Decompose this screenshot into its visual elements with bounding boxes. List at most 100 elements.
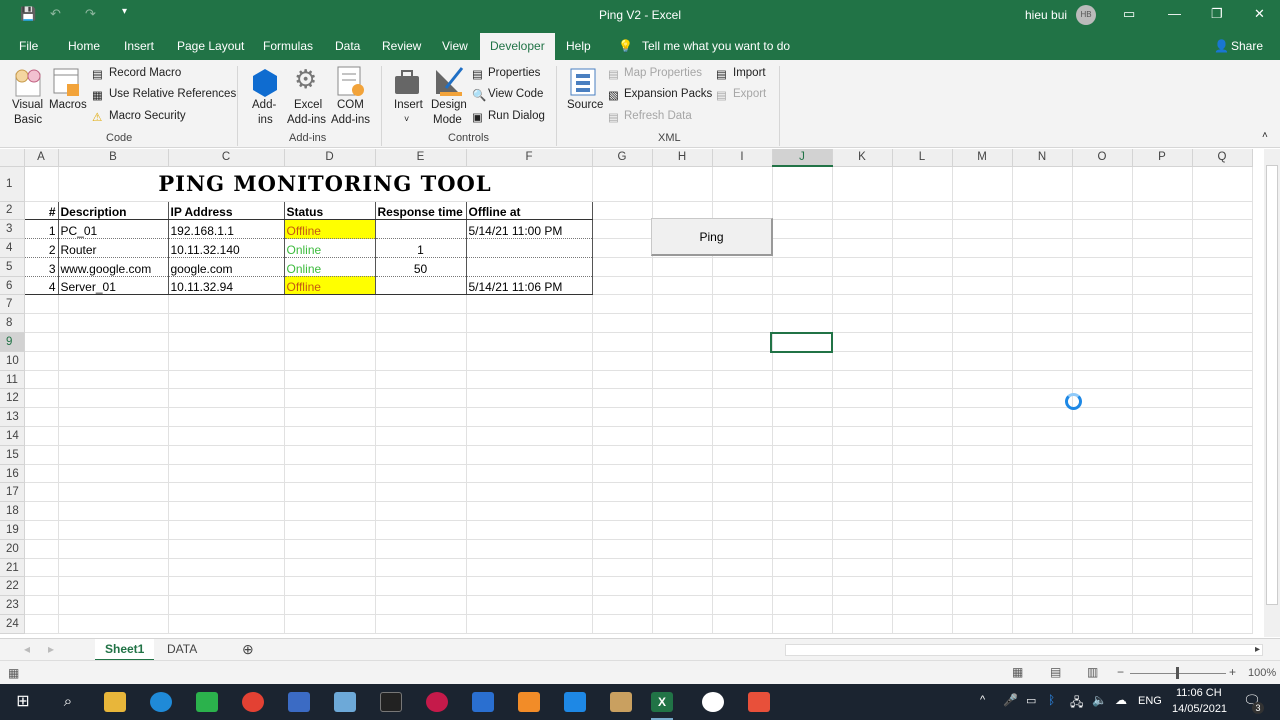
cell[interactable] bbox=[712, 464, 773, 484]
cell[interactable] bbox=[1192, 614, 1253, 634]
cell[interactable] bbox=[652, 351, 713, 371]
cell[interactable] bbox=[24, 539, 59, 559]
cell[interactable] bbox=[1192, 539, 1253, 559]
cell[interactable] bbox=[168, 407, 285, 428]
cell[interactable] bbox=[284, 614, 376, 634]
cell[interactable] bbox=[772, 426, 833, 446]
cell[interactable] bbox=[284, 558, 376, 578]
cell[interactable] bbox=[24, 595, 59, 616]
cell[interactable] bbox=[772, 276, 833, 296]
cell[interactable] bbox=[652, 558, 713, 578]
cell[interactable] bbox=[592, 238, 653, 258]
store-icon[interactable] bbox=[472, 692, 494, 712]
cell[interactable] bbox=[772, 313, 833, 334]
cell[interactable] bbox=[772, 576, 833, 597]
visual-basic-button[interactable]: Visual bbox=[12, 99, 43, 111]
cell[interactable] bbox=[592, 501, 653, 522]
cell[interactable] bbox=[168, 576, 285, 597]
column-header-g[interactable]: G bbox=[592, 149, 653, 167]
scroll-thumb[interactable] bbox=[1266, 165, 1278, 605]
cell[interactable] bbox=[592, 520, 653, 540]
row-header-17[interactable]: 17 bbox=[0, 482, 25, 503]
sublime-icon[interactable] bbox=[518, 692, 540, 712]
row-header-18[interactable]: 18 bbox=[0, 501, 25, 522]
cell[interactable] bbox=[1192, 201, 1253, 221]
app-icon[interactable] bbox=[748, 692, 770, 712]
cell[interactable] bbox=[1072, 407, 1133, 428]
ping-button[interactable]: Ping bbox=[651, 218, 773, 256]
cell[interactable] bbox=[652, 576, 713, 597]
macro-record-icon[interactable]: ▦ bbox=[8, 666, 19, 680]
cell[interactable] bbox=[652, 595, 713, 616]
zoom-slider-thumb[interactable] bbox=[1176, 667, 1179, 679]
windows-start-icon[interactable]: ⊞ bbox=[12, 692, 34, 712]
tab-file[interactable]: File bbox=[19, 39, 38, 53]
close-icon[interactable]: ✕ bbox=[1254, 6, 1265, 22]
cell[interactable] bbox=[952, 407, 1013, 428]
cell[interactable] bbox=[1072, 276, 1133, 296]
tab-view[interactable]: View bbox=[442, 39, 468, 53]
use-relative-references-button[interactable]: Use Relative References bbox=[109, 88, 236, 100]
cell[interactable] bbox=[892, 276, 953, 296]
cell[interactable] bbox=[772, 501, 833, 522]
cell[interactable] bbox=[712, 276, 773, 296]
map-properties-button[interactable]: Map Properties bbox=[624, 67, 702, 79]
cell[interactable] bbox=[1192, 294, 1253, 315]
column-header-c[interactable]: C bbox=[168, 149, 285, 167]
cell[interactable] bbox=[832, 351, 893, 371]
cell-resp[interactable] bbox=[374, 276, 467, 296]
user-name[interactable]: hieu bui bbox=[1025, 8, 1067, 22]
cell[interactable] bbox=[24, 464, 59, 484]
cell-ip[interactable]: 192.168.1.1 bbox=[167, 219, 285, 240]
import-button[interactable]: Import bbox=[733, 67, 766, 79]
cell[interactable] bbox=[712, 445, 773, 465]
file-explorer-icon[interactable] bbox=[104, 692, 126, 712]
excel-addins-label[interactable]: Add-ins bbox=[287, 114, 326, 126]
cell[interactable] bbox=[1072, 313, 1133, 334]
cell[interactable] bbox=[772, 388, 833, 409]
cell[interactable] bbox=[712, 257, 773, 277]
cell[interactable] bbox=[952, 501, 1013, 522]
cell[interactable] bbox=[592, 539, 653, 559]
cell[interactable] bbox=[892, 595, 953, 616]
properties-button[interactable]: Properties bbox=[488, 67, 540, 79]
cell[interactable] bbox=[832, 201, 893, 221]
cell[interactable] bbox=[1072, 501, 1133, 522]
cell[interactable] bbox=[952, 539, 1013, 559]
cell[interactable] bbox=[832, 426, 893, 446]
scroll-tabs-left-icon[interactable]: ◂ bbox=[14, 639, 40, 661]
header-cell[interactable]: Offline at bbox=[465, 200, 593, 221]
cell[interactable] bbox=[1192, 257, 1253, 277]
cell[interactable] bbox=[652, 426, 713, 446]
cell[interactable] bbox=[24, 576, 59, 597]
cell[interactable] bbox=[1132, 501, 1193, 522]
normal-view-icon[interactable]: ▦ bbox=[1012, 665, 1023, 679]
cell[interactable] bbox=[168, 558, 285, 578]
cell[interactable] bbox=[1012, 351, 1073, 371]
cell[interactable] bbox=[652, 501, 713, 522]
cell[interactable] bbox=[1012, 558, 1073, 578]
addins-button[interactable]: Add- bbox=[252, 99, 276, 111]
cell[interactable] bbox=[168, 388, 285, 409]
cell[interactable] bbox=[1192, 426, 1253, 446]
cell[interactable] bbox=[1192, 370, 1253, 390]
app-icon[interactable] bbox=[334, 692, 356, 712]
cell[interactable] bbox=[952, 201, 1013, 221]
cell[interactable] bbox=[712, 426, 773, 446]
cell[interactable] bbox=[168, 595, 285, 616]
cell[interactable] bbox=[24, 370, 59, 390]
cell[interactable] bbox=[1132, 539, 1193, 559]
cell[interactable] bbox=[168, 332, 285, 352]
header-cell[interactable]: Description bbox=[57, 200, 169, 221]
cell[interactable] bbox=[1132, 370, 1193, 390]
cell-resp[interactable]: 1 bbox=[374, 238, 467, 258]
cell[interactable] bbox=[1192, 501, 1253, 522]
cell[interactable] bbox=[284, 595, 376, 616]
column-header-a[interactable]: A bbox=[24, 149, 59, 167]
cell[interactable] bbox=[832, 370, 893, 390]
cell[interactable] bbox=[58, 294, 169, 315]
cell[interactable] bbox=[892, 351, 953, 371]
header-cell[interactable]: Response time bbox=[374, 200, 467, 221]
cell[interactable] bbox=[892, 445, 953, 465]
cell[interactable] bbox=[1132, 520, 1193, 540]
